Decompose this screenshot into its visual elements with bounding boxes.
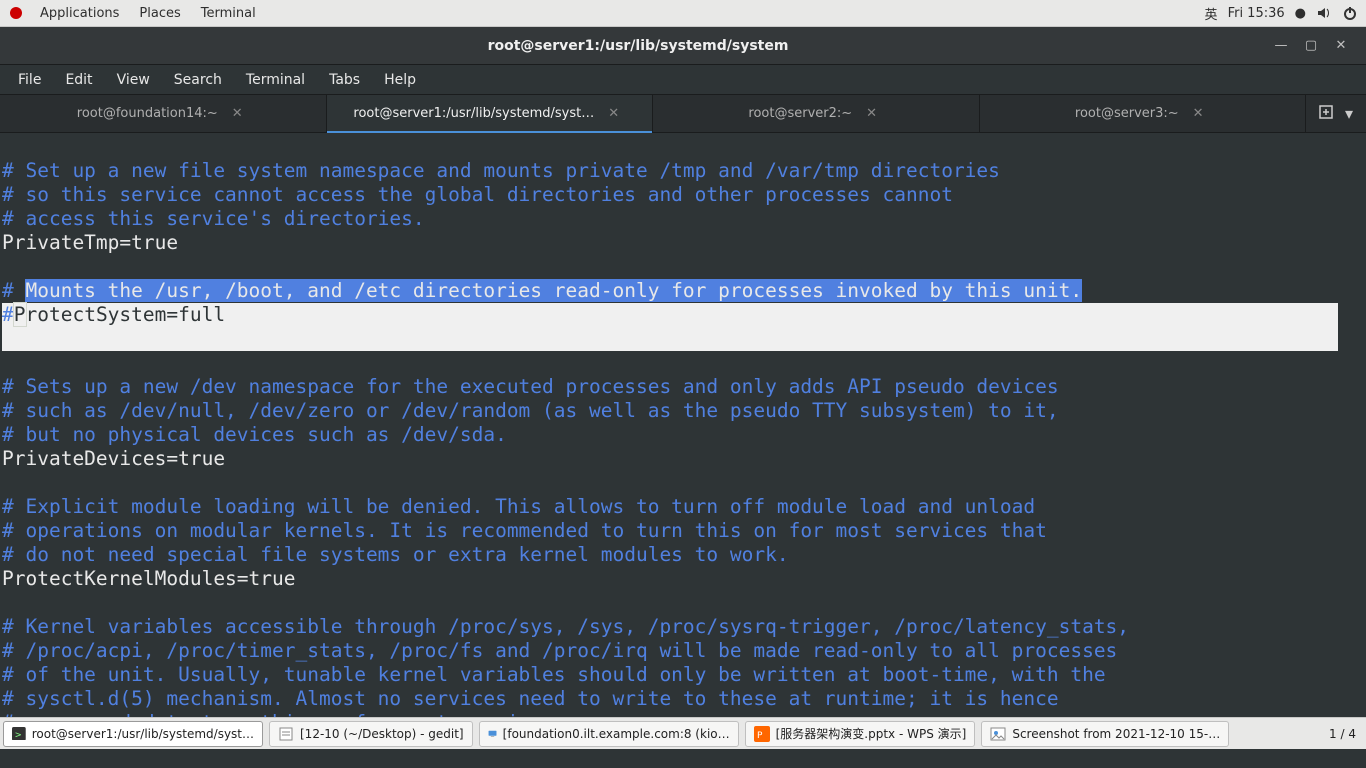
tab-close-icon[interactable]: ✕ xyxy=(226,106,249,121)
close-button[interactable]: ✕ xyxy=(1326,38,1356,53)
menu-search[interactable]: Search xyxy=(162,68,234,92)
taskbar-item-imageviewer[interactable]: Screenshot from 2021-12-10 15-… xyxy=(981,721,1229,747)
window-title: root@server1:/usr/lib/systemd/system xyxy=(10,38,1266,54)
terminal-tabstrip: root@foundation14:~ ✕ root@server1:/usr/… xyxy=(0,95,1366,133)
new-tab-icon[interactable] xyxy=(1319,104,1333,123)
editor-line: # recommended to turn this on for most s… xyxy=(2,711,566,717)
editor-line: # such as /dev/null, /dev/zero or /dev/r… xyxy=(2,399,1059,422)
image-icon xyxy=(990,726,1006,742)
taskbar-item-wps[interactable]: P [服务器架构演变.pptx - WPS 演示] xyxy=(745,721,976,747)
menu-edit[interactable]: Edit xyxy=(53,68,104,92)
menu-help[interactable]: Help xyxy=(372,68,428,92)
svg-text:>: > xyxy=(15,730,22,740)
terminal-icon: > xyxy=(12,726,26,742)
menu-tabs[interactable]: Tabs xyxy=(317,68,372,92)
editor-line: # do not need special file systems or ex… xyxy=(2,543,789,566)
editor-line: # but no physical devices such as /dev/s… xyxy=(2,423,507,446)
wps-icon: P xyxy=(754,726,770,742)
tab-server1[interactable]: root@server1:/usr/lib/systemd/syst… ✕ xyxy=(327,95,654,132)
editor-line: # operations on modular kernels. It is r… xyxy=(2,519,1047,542)
tab-label: root@server2:~ xyxy=(748,106,852,121)
editor-line: PrivateDevices=true xyxy=(2,447,225,470)
desktop-taskbar: > root@server1:/usr/lib/systemd/syst… [1… xyxy=(0,717,1366,749)
display-icon xyxy=(488,726,497,742)
svg-text:P: P xyxy=(757,731,763,741)
editor-line: # Kernel variables accessible through /p… xyxy=(2,615,1129,638)
editor-line: # Set up a new file system namespace and… xyxy=(2,159,1000,182)
terminal-viewport[interactable]: # Set up a new file system namespace and… xyxy=(0,133,1366,717)
tab-label: root@server1:/usr/lib/systemd/syst… xyxy=(353,106,594,121)
taskbar-item-vnc[interactable]: [foundation0.ilt.example.com:8 (kio… xyxy=(479,721,739,747)
redhat-logo-icon xyxy=(8,5,24,21)
menu-view[interactable]: View xyxy=(105,68,162,92)
editor-highlight-line xyxy=(2,327,1338,351)
tab-menu-icon[interactable]: ▾ xyxy=(1345,104,1353,123)
editor-cursor: P xyxy=(14,303,26,326)
editor-line: PrivateTmp=true xyxy=(2,231,178,254)
menu-file[interactable]: File xyxy=(6,68,53,92)
tab-server3[interactable]: root@server3:~ ✕ xyxy=(980,95,1307,132)
clock-dot: ● xyxy=(1295,6,1306,21)
editor-highlight-line: #ProtectSystem=full xyxy=(2,303,1338,327)
maximize-button[interactable]: ▢ xyxy=(1296,38,1326,53)
editor-line: # Sets up a new /dev namespace for the e… xyxy=(2,375,1059,398)
tab-foundation14[interactable]: root@foundation14:~ ✕ xyxy=(0,95,327,132)
taskbar-item-label: Screenshot from 2021-12-10 15-… xyxy=(1012,727,1220,741)
editor-line: ProtectKernelModules=true xyxy=(2,567,296,590)
tab-server2[interactable]: root@server2:~ ✕ xyxy=(653,95,980,132)
editor-line: # so this service cannot access the glob… xyxy=(2,183,953,206)
tab-tools: ▾ xyxy=(1306,95,1366,132)
editor-line: # sysctl.d(5) mechanism. Almost no servi… xyxy=(2,687,1059,710)
power-icon[interactable] xyxy=(1342,5,1358,21)
editor-line: # Explicit module loading will be denied… xyxy=(2,495,1035,518)
menu-terminal[interactable]: Terminal xyxy=(234,68,317,92)
window-titlebar: root@server1:/usr/lib/systemd/system — ▢… xyxy=(0,27,1366,65)
gedit-icon xyxy=(278,726,294,742)
app-menubar: File Edit View Search Terminal Tabs Help xyxy=(0,65,1366,95)
minimize-button[interactable]: — xyxy=(1266,38,1296,53)
editor-line: # of the unit. Usually, tunable kernel v… xyxy=(2,663,1106,686)
editor-line: # access this service's directories. xyxy=(2,207,425,230)
taskbar-item-terminal[interactable]: > root@server1:/usr/lib/systemd/syst… xyxy=(3,721,263,747)
desktop-top-bar: Applications Places Terminal 英 Fri 15:36… xyxy=(0,0,1366,27)
taskbar-item-label: [foundation0.ilt.example.com:8 (kio… xyxy=(503,727,730,741)
clock-label[interactable]: Fri 15:36 xyxy=(1228,6,1285,21)
volume-icon[interactable] xyxy=(1316,5,1332,21)
terminal-menu[interactable]: Terminal xyxy=(191,2,266,25)
taskbar-item-label: [服务器架构演变.pptx - WPS 演示] xyxy=(776,725,967,742)
ime-indicator[interactable]: 英 xyxy=(1205,4,1218,23)
workspace-indicator[interactable]: 1 / 4 xyxy=(1319,727,1366,741)
tab-close-icon[interactable]: ✕ xyxy=(860,106,883,121)
tab-label: root@foundation14:~ xyxy=(77,106,218,121)
editor-line: # xyxy=(2,279,25,302)
taskbar-item-label: root@server1:/usr/lib/systemd/syst… xyxy=(32,727,254,741)
editor-line-selection: Mounts the /usr, /boot, and /etc directo… xyxy=(25,279,1082,302)
editor-line: # /proc/acpi, /proc/timer_stats, /proc/f… xyxy=(2,639,1117,662)
applications-menu[interactable]: Applications xyxy=(30,2,129,25)
system-tray: 英 Fri 15:36 ● xyxy=(1205,4,1358,23)
tab-close-icon[interactable]: ✕ xyxy=(1187,106,1210,121)
taskbar-item-gedit[interactable]: [12-10 (~/Desktop) - gedit] xyxy=(269,721,473,747)
tab-label: root@server3:~ xyxy=(1075,106,1179,121)
places-menu[interactable]: Places xyxy=(129,2,190,25)
taskbar-item-label: [12-10 (~/Desktop) - gedit] xyxy=(300,727,464,741)
tab-close-icon[interactable]: ✕ xyxy=(602,106,625,121)
